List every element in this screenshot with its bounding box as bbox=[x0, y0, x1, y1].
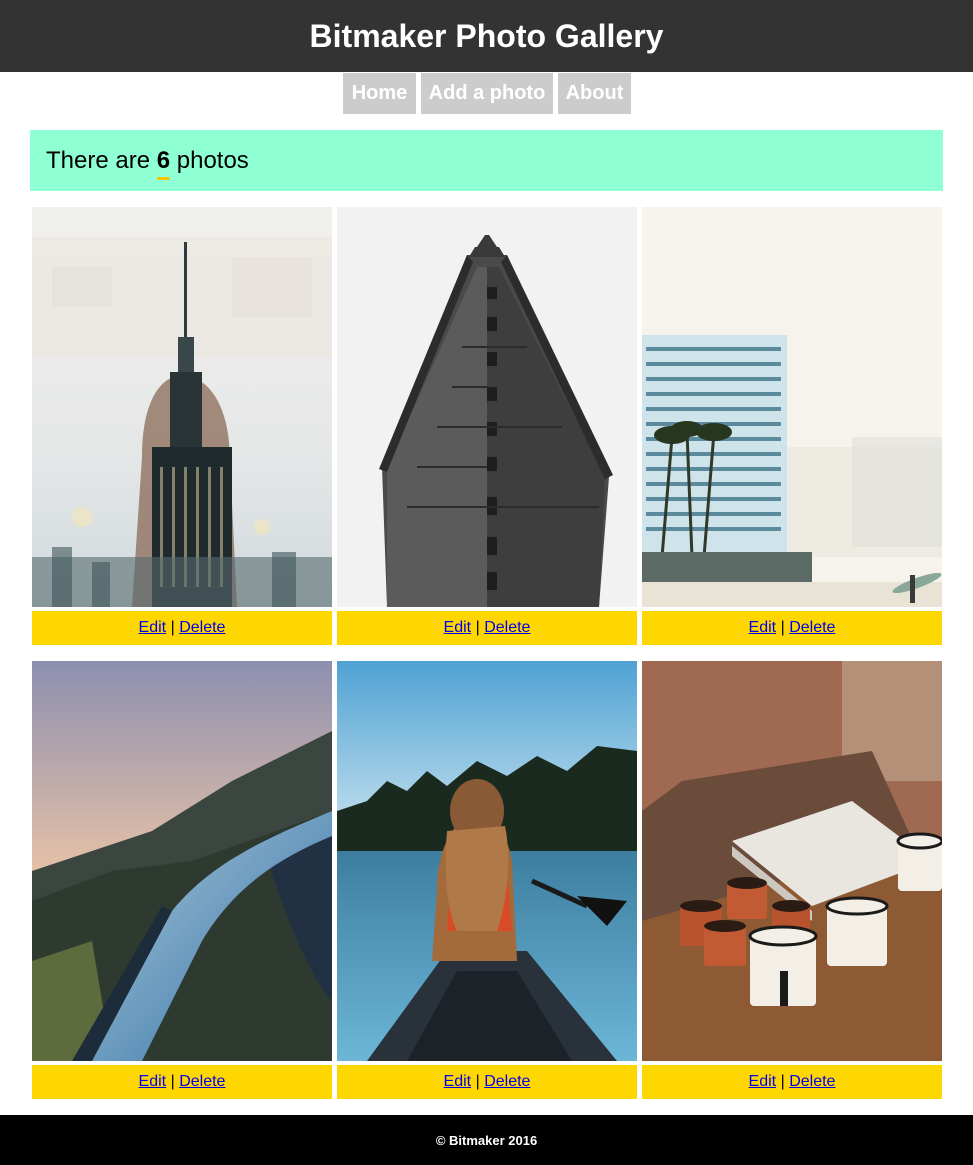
edit-link[interactable]: Edit bbox=[444, 619, 472, 636]
delete-link[interactable]: Delete bbox=[789, 619, 835, 636]
photo-actions: Edit | Delete bbox=[642, 1065, 942, 1099]
site-footer: © Bitmaker 2016 bbox=[0, 1115, 973, 1165]
separator: | bbox=[170, 1073, 175, 1090]
photo-grid: Edit | Delete Edit | Delete Edit | Delet… bbox=[32, 207, 942, 1099]
photo-count: 6 bbox=[156, 130, 171, 191]
photo-actions: Edit | Delete bbox=[337, 1065, 637, 1099]
banner-suffix: photos bbox=[170, 147, 249, 174]
main-nav: Home Add a photo About bbox=[343, 73, 631, 114]
beach-hotel-surfer-image bbox=[642, 207, 942, 607]
site-header: Bitmaker Photo Gallery bbox=[0, 0, 973, 72]
separator: | bbox=[170, 619, 175, 636]
photo-image[interactable] bbox=[642, 207, 942, 607]
page-title: Bitmaker Photo Gallery bbox=[309, 18, 664, 54]
nav-add-photo-link[interactable]: Add a photo bbox=[421, 73, 553, 114]
photo-actions: Edit | Delete bbox=[337, 611, 637, 645]
nav-about-link[interactable]: About bbox=[558, 73, 631, 114]
footer-text: © Bitmaker 2016 bbox=[435, 1133, 538, 1148]
photo-image[interactable] bbox=[337, 207, 637, 607]
canoe-lake-image bbox=[337, 661, 637, 1061]
photo-image[interactable] bbox=[642, 661, 942, 1061]
banner-prefix: There are bbox=[46, 147, 157, 174]
edit-link[interactable]: Edit bbox=[749, 1073, 777, 1090]
delete-link[interactable]: Delete bbox=[179, 619, 225, 636]
enamel-mugs-image bbox=[642, 661, 942, 1061]
photo-image[interactable] bbox=[32, 661, 332, 1061]
delete-link[interactable]: Delete bbox=[484, 1073, 530, 1090]
delete-link[interactable]: Delete bbox=[789, 1073, 835, 1090]
separator: | bbox=[780, 619, 785, 636]
separator: | bbox=[780, 1073, 785, 1090]
photo-card: Edit | Delete bbox=[337, 661, 637, 1099]
photo-card: Edit | Delete bbox=[337, 207, 637, 645]
delete-link[interactable]: Delete bbox=[484, 619, 530, 636]
separator: | bbox=[475, 619, 480, 636]
delete-link[interactable]: Delete bbox=[179, 1073, 225, 1090]
photo-card: Edit | Delete bbox=[32, 207, 332, 645]
coastal-road-image bbox=[32, 661, 332, 1061]
separator: | bbox=[475, 1073, 480, 1090]
photo-image[interactable] bbox=[32, 207, 332, 607]
flatiron-building-image bbox=[337, 207, 637, 607]
photo-count-banner: There are 6 photos bbox=[30, 130, 943, 191]
double-exposure-skyline-image bbox=[32, 207, 332, 607]
photo-actions: Edit | Delete bbox=[32, 1065, 332, 1099]
photo-image[interactable] bbox=[337, 661, 637, 1061]
edit-link[interactable]: Edit bbox=[444, 1073, 472, 1090]
edit-link[interactable]: Edit bbox=[139, 619, 167, 636]
photo-card: Edit | Delete bbox=[642, 207, 942, 645]
photo-actions: Edit | Delete bbox=[642, 611, 942, 645]
photo-actions: Edit | Delete bbox=[32, 611, 332, 645]
photo-card: Edit | Delete bbox=[32, 661, 332, 1099]
nav-home-link[interactable]: Home bbox=[343, 73, 416, 114]
photo-card: Edit | Delete bbox=[642, 661, 942, 1099]
edit-link[interactable]: Edit bbox=[139, 1073, 167, 1090]
edit-link[interactable]: Edit bbox=[749, 619, 777, 636]
